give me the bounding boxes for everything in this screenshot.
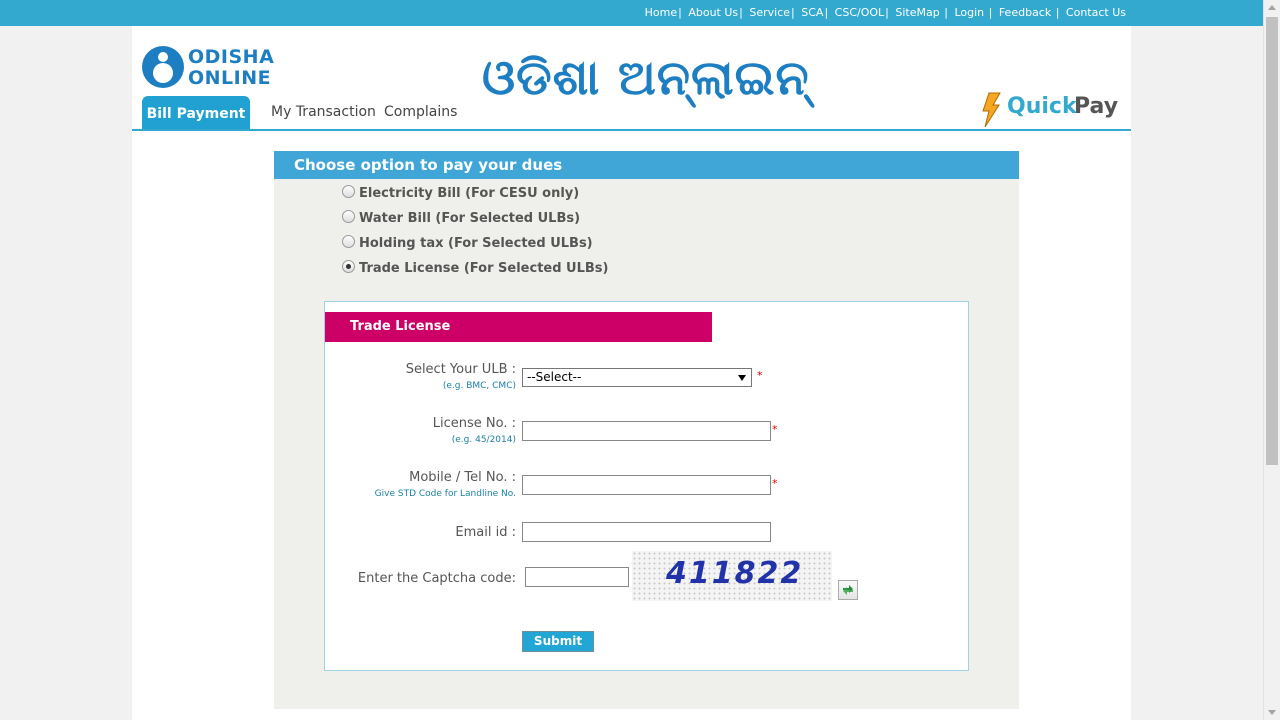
option-holding-tax[interactable]: Holding tax (For Selected ULBs) [342,235,593,251]
odisha-online-logo[interactable]: ODISHA ONLINE [142,46,274,92]
scrollbar-thumb[interactable] [1266,17,1278,465]
ulb-label: Select Your ULB : [405,362,516,377]
option-label[interactable]: Water Bill (For Selected ULBs) [359,211,580,226]
option-label[interactable]: Trade License (For Selected ULBs) [359,261,608,276]
license-hint: (e.g. 45/2014) [451,435,516,445]
brand-title-odia: ଓଡିଶା ଅନ୍‌ଲାଇନ୍ [482,50,810,106]
top-bar: Home| About Us| Service| SCA| CSC/OOL| S… [0,0,1263,26]
submit-button[interactable]: Submit [522,631,594,652]
vertical-scrollbar[interactable] [1263,0,1280,720]
nav-divider [132,129,1131,131]
separator: | [940,6,952,19]
quick-pay-logo: Quick Pay [980,92,1120,128]
lightning-bolt-icon [982,92,1001,128]
required-mark: * [757,369,763,382]
email-input[interactable] [522,522,771,542]
separator: | [885,6,889,19]
email-label: Email id : [455,525,516,540]
separator: | [678,6,682,19]
logo-text-line2: ONLINE [188,67,272,89]
separator: | [1052,6,1063,19]
separator: | [985,6,996,19]
option-trade-license[interactable]: Trade License (For Selected ULBs) [342,260,608,276]
option-water-bill[interactable]: Water Bill (For Selected ULBs) [342,210,580,226]
license-number-input[interactable] [522,421,771,441]
top-link-sitemap[interactable]: SiteMap [895,6,939,19]
tab-complains[interactable]: Complains [384,104,457,120]
form-title: Trade License [325,312,712,342]
mobile-number-input[interactable] [522,475,771,495]
ulb-select-value: --Select-- [527,370,582,384]
separator: | [791,6,795,19]
captcha-label: Enter the Captcha code: [357,571,516,586]
separator: | [739,6,743,19]
tab-bill-payment[interactable]: Bill Payment [142,96,250,131]
captcha-code: 411822 [666,556,804,591]
quick-pay-pay: Pay [1074,94,1119,119]
option-electricity-bill[interactable]: Electricity Bill (For CESU only) [342,185,579,201]
mobile-hint: Give STD Code for Landline No. [374,489,516,499]
top-link-feedback[interactable]: Feedback [999,6,1051,19]
logo-text-line1: ODISHA [188,46,275,68]
license-label: License No. : [432,416,516,431]
required-mark: * [772,477,778,490]
refresh-icon [843,585,853,595]
top-link-contact-us[interactable]: Contact Us [1066,6,1126,19]
logo-person-icon [142,46,184,88]
refresh-captcha-button[interactable] [838,580,858,600]
option-label[interactable]: Holding tax (For Selected ULBs) [359,236,593,251]
radio-electricity-bill[interactable] [342,185,355,198]
required-mark: * [772,423,778,436]
radio-water-bill[interactable] [342,210,355,223]
radio-holding-tax[interactable] [342,235,355,248]
ulb-hint: (e.g. BMC, CMC) [442,381,516,391]
top-link-login[interactable]: Login [954,6,984,19]
top-link-home[interactable]: Home [645,6,677,19]
scroll-down-icon[interactable] [1268,710,1276,715]
trade-license-form: Trade License Select Your ULB : (e.g. BM… [324,301,969,671]
top-link-about-us[interactable]: About Us [688,6,738,19]
scroll-up-icon[interactable] [1268,5,1276,10]
mobile-label: Mobile / Tel No. : [409,470,516,485]
separator: | [824,6,829,19]
ulb-select[interactable]: --Select-- [522,368,752,387]
quick-pay-quick: Quick [1007,94,1077,119]
option-label[interactable]: Electricity Bill (For CESU only) [359,186,579,201]
top-link-csc-ool[interactable]: CSC/OOL [835,6,885,19]
top-link-service[interactable]: Service [749,6,790,19]
radio-trade-license[interactable] [342,260,355,273]
payment-panel: Choose option to pay your dues Electrici… [274,151,1019,709]
captcha-input[interactable] [525,567,629,587]
top-nav: Home| About Us| Service| SCA| CSC/OOL| S… [645,6,1126,19]
tab-my-transaction[interactable]: My Transaction [271,104,376,120]
chevron-down-icon [738,375,746,381]
top-link-sca[interactable]: SCA [801,6,823,19]
choose-option-heading: Choose option to pay your dues [274,151,1019,179]
captcha-image: 411822 [632,551,832,601]
page-container: ODISHA ONLINE ଓଡିଶା ଅନ୍‌ଲାଇନ୍ Quick Pay … [132,26,1131,720]
